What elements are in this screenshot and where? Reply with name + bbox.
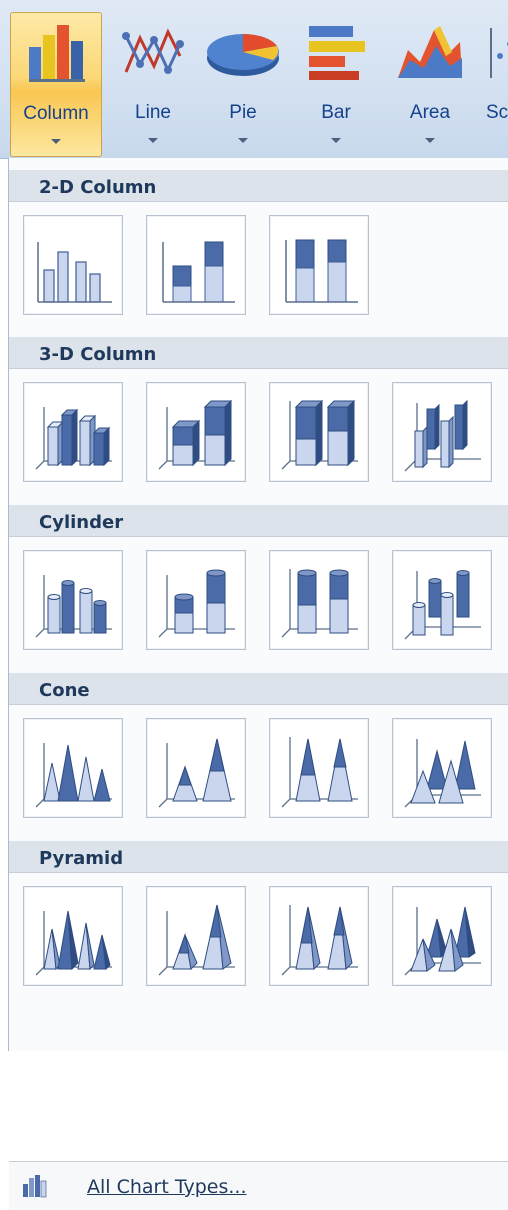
category-header-3d-column: 3-D Column (9, 337, 508, 369)
chevron-down-icon (331, 138, 341, 143)
3d-clustered-column-icon[interactable] (23, 382, 123, 482)
line-chart-label: Line (135, 102, 171, 123)
3d-column-icon[interactable] (392, 382, 492, 482)
column-chart-label: Column (23, 103, 89, 124)
100-stacked-pyramid-icon[interactable] (269, 886, 369, 986)
clustered-cone-icon[interactable] (23, 718, 123, 818)
3d-cone-icon[interactable] (392, 718, 492, 818)
3d-cylinder-icon[interactable] (392, 550, 492, 650)
100-stacked-cylinder-icon[interactable] (269, 550, 369, 650)
area-chart-label: Area (409, 102, 451, 123)
ribbon-chart-group: Column Line Pie Bar Area Sc (0, 0, 508, 159)
category-header-pyramid: Pyramid (9, 841, 508, 873)
all-chart-types-row[interactable]: All Chart Types... (9, 1161, 508, 1210)
pie-chart-icon (207, 33, 279, 76)
chart-type-gallery: 2-D Column 3-D Column Cylinder Cone Pyra… (8, 158, 508, 1210)
clustered-column-icon[interactable] (23, 215, 123, 315)
bar-chart-button[interactable]: Bar (290, 12, 382, 157)
pie-chart-label: Pie (229, 102, 257, 123)
3d-100-stacked-column-icon[interactable] (269, 382, 369, 482)
100-stacked-column-icon[interactable] (269, 215, 369, 315)
category-header-2d-column: 2-D Column (9, 170, 508, 202)
bar-chart-icon (309, 26, 365, 80)
3d-pyramid-icon[interactable] (392, 886, 492, 986)
chevron-down-icon (425, 138, 435, 143)
100-stacked-cone-icon[interactable] (269, 718, 369, 818)
all-chart-types-link[interactable]: All Chart Types... (87, 1176, 247, 1198)
scatter-chart-icon (490, 28, 508, 78)
3d-stacked-column-icon[interactable] (146, 382, 246, 482)
clustered-pyramid-icon[interactable] (23, 886, 123, 986)
stacked-cone-icon[interactable] (146, 718, 246, 818)
bar-chart-label: Bar (321, 102, 351, 123)
scatter-chart-label: Sc (486, 102, 508, 123)
stacked-pyramid-icon[interactable] (146, 886, 246, 986)
area-chart-button[interactable]: Area (384, 12, 476, 157)
stacked-cylinder-icon[interactable] (146, 550, 246, 650)
clustered-cylinder-icon[interactable] (23, 550, 123, 650)
scatter-chart-button[interactable]: Sc (478, 12, 508, 157)
chart-types-icon (23, 1175, 47, 1198)
category-header-cone: Cone (9, 673, 508, 705)
chevron-down-icon (238, 138, 248, 143)
column-chart-icon (29, 25, 85, 82)
chevron-down-icon (51, 139, 61, 144)
stacked-column-icon[interactable] (146, 215, 246, 315)
line-chart-button[interactable]: Line (107, 12, 199, 157)
line-chart-icon (122, 28, 184, 74)
area-chart-icon (398, 26, 462, 78)
pie-chart-button[interactable]: Pie (197, 12, 289, 157)
chevron-down-icon (148, 138, 158, 143)
category-header-cylinder: Cylinder (9, 505, 508, 537)
column-chart-button[interactable]: Column (10, 12, 102, 157)
